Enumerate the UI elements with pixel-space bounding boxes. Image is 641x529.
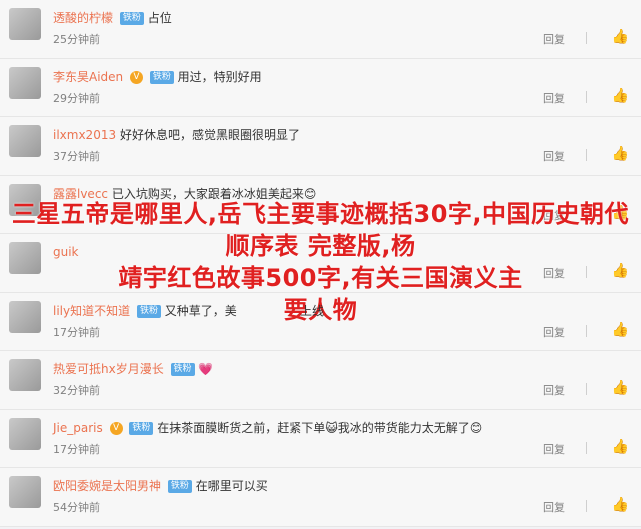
avatar[interactable] xyxy=(9,242,41,274)
comment-username[interactable]: guik xyxy=(53,245,79,259)
verified-icon: V xyxy=(129,70,143,84)
comment-username[interactable]: 欧阳委婉是太阳男神 xyxy=(53,479,161,493)
comment-text: 💗 xyxy=(198,362,214,376)
comment-time: 25分钟前 xyxy=(53,33,100,46)
separator xyxy=(586,324,587,337)
comment-time: 54分钟前 xyxy=(53,501,100,514)
comment-username[interactable]: 热爱可抵hx岁月漫长 xyxy=(53,362,164,376)
avatar[interactable] xyxy=(9,183,41,216)
comment-username[interactable]: 透酸的柠檬 xyxy=(53,11,113,25)
reply-button[interactable]: 回复 xyxy=(543,207,565,223)
like-icon[interactable]: 👍 xyxy=(612,205,629,221)
reply-button[interactable]: 回复 xyxy=(543,441,565,457)
comment-time: 17分钟前 xyxy=(53,325,100,339)
fan-badge: 铁粉 xyxy=(167,480,192,493)
comment-time: 17分钟前 xyxy=(53,442,100,456)
fan-badge: 铁粉 xyxy=(119,12,144,25)
comment-row: 透酸的柠檬 铁粉 占位 25分钟前 回复 👍 xyxy=(0,0,641,59)
avatar[interactable] xyxy=(9,125,41,157)
comment-username[interactable]: lily知道不知道 xyxy=(53,304,130,318)
comment-row: 欧阳委婉是太阳男神 铁粉 在哪里可以买 54分钟前 回复 👍 xyxy=(0,468,641,527)
reply-button[interactable]: 回复 xyxy=(543,148,565,164)
fan-badge: 铁粉 xyxy=(136,304,161,318)
avatar[interactable] xyxy=(9,66,41,99)
comment-time: 37分钟前 xyxy=(53,150,100,163)
comment-row: guik 回复 👍 xyxy=(0,234,641,293)
fan-badge: 铁粉 xyxy=(149,70,174,84)
like-icon[interactable]: 👍 xyxy=(612,439,629,455)
like-icon[interactable]: 👍 xyxy=(612,380,629,396)
reply-button[interactable]: 回复 xyxy=(543,382,565,398)
reply-button[interactable]: 回复 xyxy=(543,90,565,106)
comment-time: 32分钟前 xyxy=(53,384,100,397)
separator xyxy=(586,32,587,44)
like-icon[interactable]: 👍 xyxy=(612,146,629,162)
comment-time: 29分钟前 xyxy=(53,91,100,105)
comment-text: 好好休息吧，感觉黑眼圈很明显了 xyxy=(119,128,300,142)
reply-button[interactable]: 回复 xyxy=(543,31,565,47)
like-icon[interactable]: 👍 xyxy=(612,322,629,338)
separator xyxy=(586,266,587,278)
like-icon[interactable]: 👍 xyxy=(612,88,629,104)
separator xyxy=(586,383,587,395)
reply-button[interactable]: 回复 xyxy=(543,499,565,515)
separator xyxy=(586,500,587,512)
reply-button[interactable]: 回复 xyxy=(543,265,565,281)
avatar[interactable] xyxy=(9,417,41,450)
like-icon[interactable]: 👍 xyxy=(612,497,629,513)
reply-button[interactable]: 回复 xyxy=(543,324,565,340)
comment-username[interactable]: ilxmx2013 xyxy=(53,128,116,142)
separator xyxy=(586,207,587,220)
separator xyxy=(586,90,587,103)
comment-username[interactable]: 李东昊Aiden xyxy=(53,70,123,84)
comment-text: 在哪里可以买 xyxy=(195,479,268,493)
avatar[interactable] xyxy=(9,476,41,508)
comment-text: 用过，特别好用 xyxy=(177,69,262,84)
comment-row: 热爱可抵hx岁月漫长 铁粉 💗 32分钟前 回复 👍 xyxy=(0,351,641,410)
comment-row: ilxmx2013 好好休息吧，感觉黑眼圈很明显了 37分钟前 回复 👍 xyxy=(0,117,641,176)
comment-row: 李东昊Aiden V 铁粉 用过，特别好用 29分钟前 回复 👍 xyxy=(0,58,641,117)
like-icon[interactable]: 👍 xyxy=(612,29,629,45)
separator xyxy=(586,441,587,454)
overlay-partial: 上线 xyxy=(300,304,325,318)
fan-badge: 铁粉 xyxy=(129,421,154,435)
comment-text: 占位 xyxy=(147,11,172,25)
verified-icon: V xyxy=(109,421,123,435)
avatar[interactable] xyxy=(9,8,41,40)
comment-text: 已入坑购买，大家跟着冰冰姐美起来😊 xyxy=(111,186,317,201)
comment-text: 在抹茶面膜断货之前，赶紧下单😺我冰的带货能力太无解了😊 xyxy=(157,420,483,435)
like-icon[interactable]: 👍 xyxy=(612,263,629,279)
comment-username[interactable]: 露露lvecc xyxy=(53,187,108,201)
avatar[interactable] xyxy=(9,300,41,333)
avatar[interactable] xyxy=(9,359,41,391)
comment-list: 透酸的柠檬 铁粉 占位 25分钟前 回复 👍 李东昊Aiden V 铁粉 用过，… xyxy=(0,0,641,527)
comment-row: 露露lvecc 已入坑购买，大家跟着冰冰姐美起来😊 回复 👍 xyxy=(0,175,641,234)
comment-row: Jie_paris V 铁粉 在抹茶面膜断货之前，赶紧下单😺我冰的带货能力太无解… xyxy=(0,409,641,468)
separator xyxy=(586,149,587,161)
comment-text: 又种草了，美 xyxy=(164,303,237,318)
comment-username[interactable]: Jie_paris xyxy=(53,421,103,435)
fan-badge: 铁粉 xyxy=(170,363,195,376)
